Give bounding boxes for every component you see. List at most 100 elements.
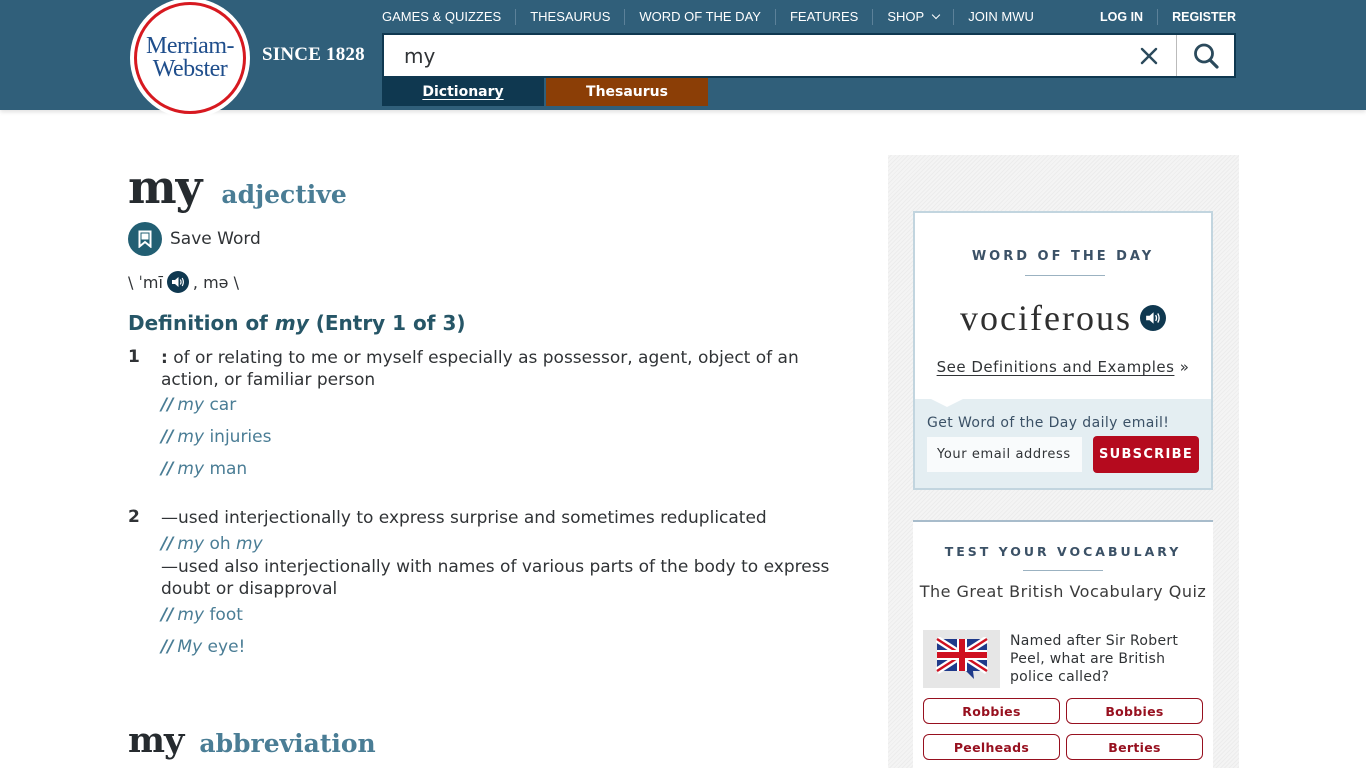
- logo-text: Merriam- Webster: [146, 33, 234, 82]
- pronunciation: \ ˈmī , mə \: [128, 271, 239, 293]
- logo-line-1: Merriam-: [146, 33, 234, 59]
- save-word-button[interactable]: Save Word: [128, 222, 261, 256]
- example-sentence: //my car: [161, 395, 236, 415]
- example-text: man: [204, 459, 248, 479]
- wod-word[interactable]: vociferous: [960, 297, 1132, 339]
- quiz-question: Named after Sir Robert Peel, what are Br…: [1010, 633, 1179, 685]
- tab-thesaurus[interactable]: Thesaurus: [546, 78, 708, 106]
- register-link[interactable]: REGISTER: [1157, 9, 1236, 25]
- clear-search-button[interactable]: [1122, 35, 1176, 76]
- quiz-heading: TEST YOUR VOCABULARY: [944, 544, 1182, 559]
- nav-word-of-the-day[interactable]: WORD OF THE DAY: [624, 9, 775, 25]
- part-of-speech[interactable]: abbreviation: [199, 729, 375, 758]
- search-icon: [1193, 43, 1219, 69]
- example-sentence: //My eye!: [161, 637, 245, 657]
- example-marker: //: [161, 459, 174, 479]
- email-signup-label: Get Word of the Day daily email!: [927, 415, 1170, 431]
- example-text: foot: [204, 605, 243, 625]
- pronunciation-text: \ ˈmī: [128, 272, 163, 292]
- vocabulary-quiz-widget: TEST YOUR VOCABULARY The Great British V…: [913, 520, 1213, 780]
- sense-number: 2: [128, 507, 140, 527]
- merriam-webster-logo[interactable]: Merriam- Webster: [130, 0, 250, 118]
- save-word-label: Save Word: [170, 229, 261, 249]
- headword: my: [128, 720, 184, 761]
- example-emphasis: my: [177, 395, 205, 415]
- divider: [1023, 570, 1103, 571]
- definition-heading-suffix: (Entry 1 of 3): [308, 311, 466, 335]
- tab-dictionary[interactable]: Dictionary: [382, 78, 544, 106]
- quiz-title[interactable]: The Great British Vocabulary Quiz: [913, 582, 1213, 601]
- quiz-answer-button[interactable]: Robbies: [923, 698, 1060, 724]
- link-arrow: »: [1174, 358, 1190, 376]
- example-text: oh: [204, 534, 237, 554]
- nav-shop[interactable]: SHOP: [872, 9, 953, 25]
- chevron-down-icon: [931, 10, 941, 20]
- speaker-icon: [1146, 312, 1160, 324]
- word-of-the-day-widget: WORD OF THE DAY vociferous See Definitio…: [913, 211, 1213, 490]
- sense-definition: : of or relating to me or myself especia…: [161, 347, 861, 391]
- example-emphasis: my: [177, 605, 205, 625]
- wod-email-signup: Get Word of the Day daily email! SUBSCRI…: [915, 399, 1211, 488]
- definition-heading: Definition of my (Entry 1 of 3): [128, 311, 466, 335]
- definition-text: of or relating to me or myself especiall…: [161, 348, 799, 390]
- example-sentence: //my man: [161, 459, 247, 479]
- bookmark-icon: [138, 230, 152, 248]
- example-sentence: //my oh my: [161, 534, 263, 554]
- example-emphasis: My: [177, 637, 203, 657]
- example-marker: //: [161, 637, 174, 657]
- site-header: Merriam- Webster SINCE 1828 GAMES & QUIZ…: [0, 0, 1366, 118]
- subscribe-button[interactable]: SUBSCRIBE: [1093, 436, 1199, 473]
- wod-link-row: See Definitions and Examples »: [915, 358, 1211, 376]
- example-emphasis: my: [177, 459, 205, 479]
- example-marker: //: [161, 605, 174, 625]
- union-jack-image: [923, 630, 1000, 688]
- quiz-answer-button[interactable]: Bobbies: [1066, 698, 1203, 724]
- nav-join-mwu[interactable]: JOIN MWU: [953, 9, 1048, 25]
- search-button[interactable]: [1176, 35, 1234, 76]
- union-jack-speech-bubble-icon: [935, 637, 988, 679]
- sense-definition-2: —used also interjectionally with names o…: [161, 557, 830, 599]
- part-of-speech[interactable]: adjective: [221, 180, 346, 209]
- tab-thesaurus-label: Thesaurus: [586, 84, 668, 100]
- wod-heading: WORD OF THE DAY: [971, 249, 1155, 264]
- example-emphasis: my: [236, 534, 263, 554]
- see-definitions-link[interactable]: See Definitions and Examples: [937, 358, 1175, 376]
- example-text: injuries: [204, 427, 272, 447]
- example-sentence: //my foot: [161, 605, 243, 625]
- save-word-icon-circle: [128, 222, 162, 256]
- entry-1-header: my adjective: [128, 160, 347, 214]
- sense-definition: —used interjectionally to express surpri…: [161, 508, 767, 528]
- email-input[interactable]: [927, 437, 1082, 472]
- example-sentence: //my injuries: [161, 427, 271, 447]
- example-marker: //: [161, 395, 174, 415]
- example-marker: //: [161, 427, 174, 447]
- wod-word-row: vociferous: [915, 297, 1211, 339]
- divider: [1025, 275, 1105, 276]
- play-pronunciation-button[interactable]: [166, 271, 189, 293]
- quiz-answer-button[interactable]: Peelheads: [923, 734, 1060, 760]
- auth-links: LOG IN REGISTER: [1086, 9, 1236, 25]
- search-bar: [382, 33, 1236, 78]
- example-emphasis: my: [177, 534, 205, 554]
- definition-heading-word: my: [274, 311, 309, 335]
- wod-play-pronunciation-button[interactable]: [1139, 305, 1166, 331]
- example-text: car: [204, 395, 237, 415]
- nav-games-quizzes[interactable]: GAMES & QUIZZES: [382, 9, 515, 25]
- nav-thesaurus[interactable]: THESAURUS: [515, 9, 624, 25]
- nav-shop-label: SHOP: [887, 9, 925, 24]
- sense-number: 1: [128, 347, 140, 367]
- tab-dictionary-label: Dictionary: [422, 84, 504, 100]
- sidebar: WORD OF THE DAY vociferous See Definitio…: [888, 155, 1239, 780]
- example-emphasis: my: [177, 427, 205, 447]
- quiz-answer-button[interactable]: Berties: [1066, 734, 1203, 760]
- logo-line-2: Webster: [152, 56, 228, 82]
- search-input[interactable]: [384, 35, 1122, 76]
- entry-2-header: my abbreviation: [128, 720, 376, 761]
- login-link[interactable]: LOG IN: [1086, 9, 1157, 25]
- speaker-icon: [171, 277, 184, 287]
- pronunciation-variant: , mə \: [192, 272, 239, 292]
- example-text: eye!: [202, 637, 246, 657]
- nav-features[interactable]: FEATURES: [774, 9, 872, 25]
- close-icon: [1140, 47, 1158, 64]
- definition-heading-prefix: Definition of: [128, 311, 275, 335]
